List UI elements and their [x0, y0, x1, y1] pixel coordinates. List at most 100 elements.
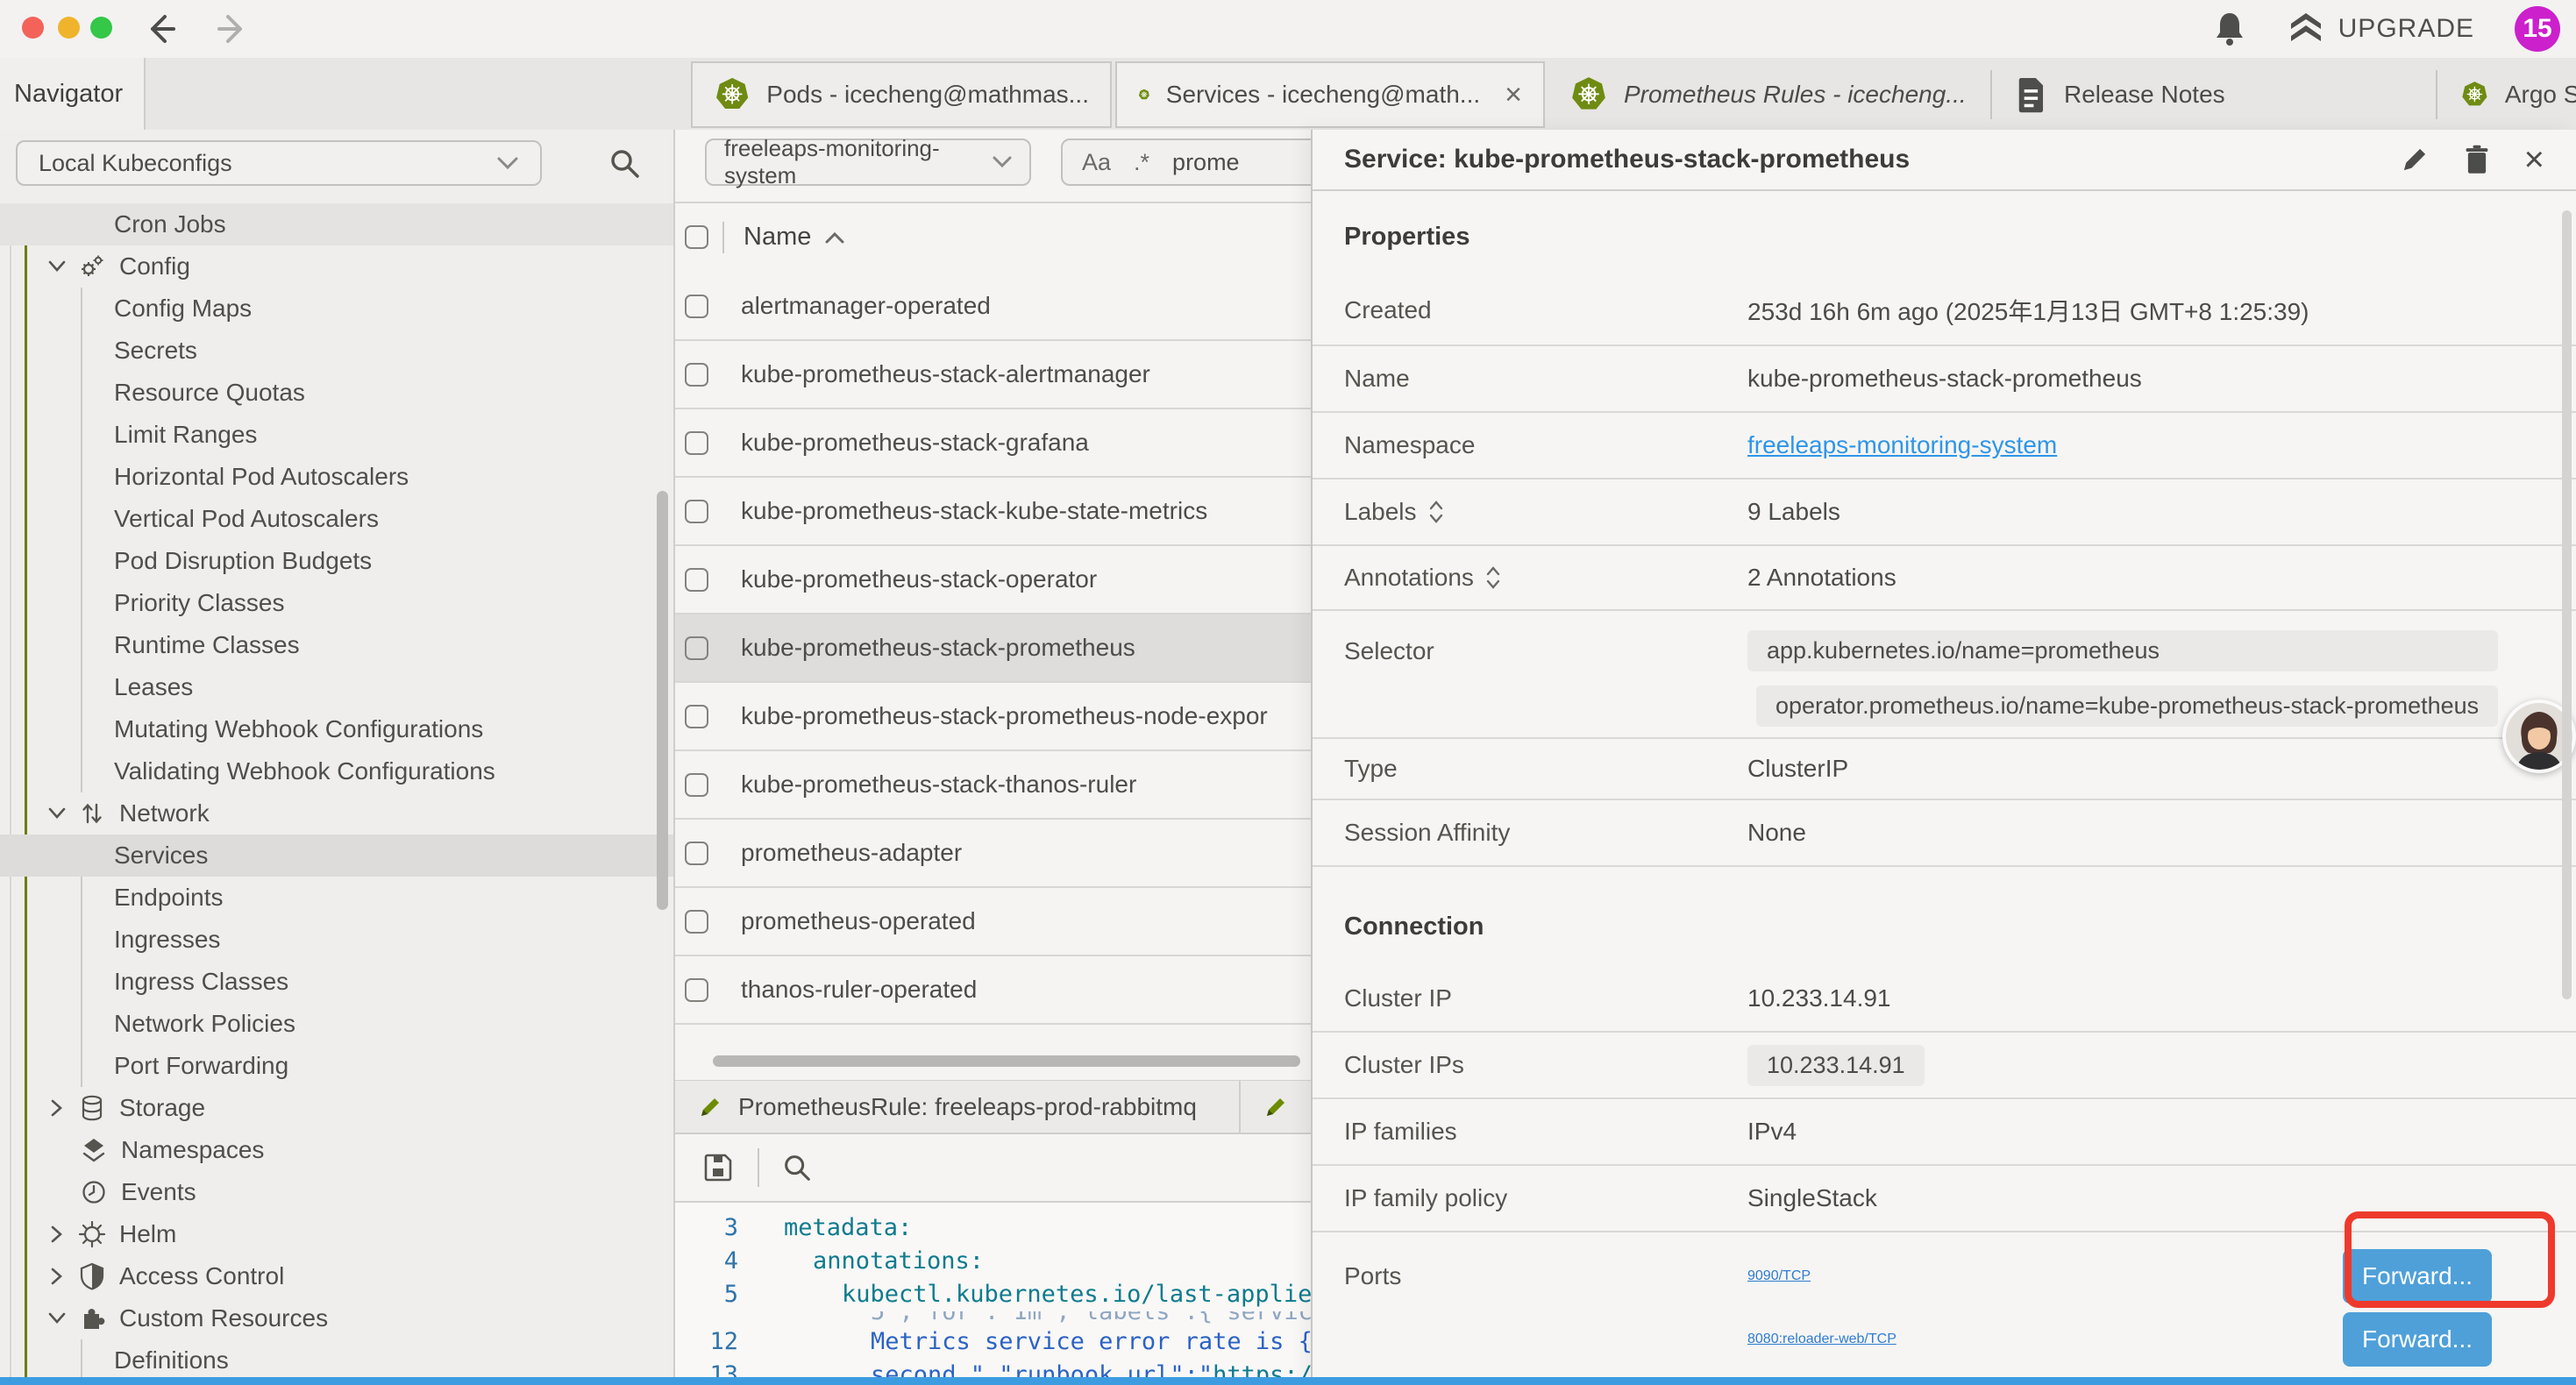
table-row[interactable]: kube-prometheus-stack-prometheus-node-ex…: [675, 683, 1311, 751]
editor-tab-partial[interactable]: [1241, 1081, 1311, 1133]
editor-search-icon[interactable]: [780, 1151, 814, 1184]
sidebar-item-resource-quotas[interactable]: Resource Quotas: [0, 372, 673, 414]
port-link-8080[interactable]: 8080:reloader-web/TCP: [1747, 1332, 1896, 1347]
row-checkbox[interactable]: [685, 295, 708, 318]
table-row[interactable]: kube-prometheus-stack-kube-state-metrics: [675, 478, 1311, 546]
sort-ascending-icon[interactable]: [825, 231, 844, 244]
sidebar-item-limit-ranges[interactable]: Limit Ranges: [0, 414, 673, 456]
delete-trash-icon[interactable]: [2463, 144, 2491, 175]
resource-search-input[interactable]: Aa .* prome: [1061, 138, 1311, 186]
row-checkbox[interactable]: [685, 431, 708, 455]
chevron-right-icon[interactable]: [44, 1225, 70, 1243]
sidebar-item-services[interactable]: Services: [0, 835, 673, 877]
labels-value[interactable]: 9 Labels: [1747, 498, 1840, 526]
chevron-right-icon[interactable]: [44, 1099, 70, 1117]
sidebar-item-leases[interactable]: Leases: [0, 666, 673, 708]
tab-release-notes[interactable]: Release Notes: [1994, 61, 2437, 128]
forward-button-8080[interactable]: Forward...: [2343, 1312, 2492, 1367]
row-checkbox[interactable]: [685, 773, 708, 797]
table-row[interactable]: alertmanager-operated: [675, 273, 1311, 341]
sidebar-item-ingress-classes[interactable]: Ingress Classes: [0, 961, 673, 1003]
sidebar-item-horizontal-pod-autoscalers[interactable]: Horizontal Pod Autoscalers: [0, 456, 673, 498]
navigator-panel-tab[interactable]: Navigator: [0, 58, 146, 130]
notifications-bell-icon[interactable]: [2212, 10, 2247, 48]
row-checkbox[interactable]: [685, 636, 708, 660]
horizontal-scrollbar[interactable]: [713, 1055, 1300, 1067]
sidebar-group-helm[interactable]: Helm: [0, 1213, 673, 1255]
regex-toggle[interactable]: .*: [1134, 149, 1149, 176]
maximize-window-button[interactable]: [90, 17, 112, 39]
sidebar-item-endpoints[interactable]: Endpoints: [0, 877, 673, 919]
save-icon[interactable]: [701, 1151, 735, 1184]
sidebar-group-access-control[interactable]: Access Control: [0, 1255, 673, 1297]
edit-pencil-icon[interactable]: [2400, 145, 2430, 174]
table-row[interactable]: prometheus-adapter: [675, 820, 1311, 888]
row-checkbox[interactable]: [685, 978, 708, 1002]
tab-pods[interactable]: Pods - icecheng@mathmas...: [691, 61, 1112, 128]
table-row[interactable]: thanos-ruler-operated: [675, 956, 1311, 1025]
chevron-down-icon[interactable]: [44, 1312, 70, 1325]
sidebar-group-custom-resources[interactable]: Custom Resources: [0, 1297, 673, 1339]
sort-updown-icon[interactable]: [1486, 566, 1500, 589]
sidebar-item-namespaces[interactable]: Namespaces: [0, 1129, 673, 1171]
row-checkbox[interactable]: [685, 842, 708, 865]
table-row-selected[interactable]: kube-prometheus-stack-prometheus: [675, 614, 1311, 683]
sidebar-item-priority-classes[interactable]: Priority Classes: [0, 582, 673, 624]
sidebar-item-definitions[interactable]: Definitions: [0, 1339, 673, 1381]
table-row[interactable]: kube-prometheus-stack-grafana: [675, 409, 1311, 478]
sidebar-item-validating-webhook-configurations[interactable]: Validating Webhook Configurations: [0, 750, 673, 792]
sidebar-group-storage[interactable]: Storage: [0, 1087, 673, 1129]
forward-arrow-icon[interactable]: [214, 9, 254, 49]
name-column-header[interactable]: Name: [744, 223, 811, 252]
kubeconfig-selector[interactable]: Local Kubeconfigs: [16, 140, 542, 186]
close-window-button[interactable]: [22, 17, 44, 39]
forward-button-9090[interactable]: Forward...: [2343, 1249, 2492, 1303]
table-row[interactable]: prometheus-operated: [675, 888, 1311, 956]
row-checkbox[interactable]: [685, 705, 708, 728]
sidebar-item-pod-disruption-budgets[interactable]: Pod Disruption Budgets: [0, 540, 673, 582]
sidebar-item-ingresses[interactable]: Ingresses: [0, 919, 673, 961]
sidebar-item-secrets[interactable]: Secrets: [0, 330, 673, 372]
namespace-link[interactable]: freeleaps-monitoring-system: [1747, 431, 2057, 459]
chevron-right-icon[interactable]: [44, 1268, 70, 1285]
row-checkbox[interactable]: [685, 568, 708, 592]
sort-updown-icon[interactable]: [1429, 501, 1443, 523]
sidebar-item-cron-jobs[interactable]: Cron Jobs: [0, 203, 673, 245]
table-row[interactable]: kube-prometheus-stack-thanos-ruler: [675, 751, 1311, 820]
sidebar-item-runtime-classes[interactable]: Runtime Classes: [0, 624, 673, 666]
editor-tab-prometheusrule[interactable]: PrometheusRule: freeleaps-prod-rabbitmq: [675, 1081, 1241, 1133]
table-row[interactable]: kube-prometheus-stack-alertmanager: [675, 341, 1311, 409]
tab-services[interactable]: Services - icecheng@math... ×: [1115, 61, 1545, 128]
sidebar-item-mutating-webhook-configurations[interactable]: Mutating Webhook Configurations: [0, 708, 673, 750]
upgrade-button[interactable]: UPGRADE: [2288, 11, 2474, 46]
select-all-checkbox[interactable]: [685, 225, 708, 249]
port-link-9090[interactable]: 9090/TCP: [1747, 1268, 1811, 1284]
minimize-window-button[interactable]: [58, 17, 80, 39]
chevron-down-icon[interactable]: [44, 260, 70, 273]
table-row[interactable]: kube-prometheus-stack-operator: [675, 546, 1311, 614]
namespace-filter-dropdown[interactable]: freeleaps-monitoring-system: [705, 138, 1031, 186]
notification-badge[interactable]: 15: [2515, 6, 2560, 52]
tab-prometheus-rules[interactable]: Prometheus Rules - icecheng...: [1548, 61, 1992, 128]
row-checkbox[interactable]: [685, 910, 708, 934]
row-checkbox[interactable]: [685, 500, 708, 523]
sidebar-item-port-forwarding[interactable]: Port Forwarding: [0, 1045, 673, 1087]
back-arrow-icon[interactable]: [139, 9, 179, 49]
sidebar-group-network[interactable]: Network: [0, 792, 673, 835]
close-panel-icon[interactable]: ×: [2524, 142, 2544, 177]
sidebar-group-config[interactable]: Config: [0, 245, 673, 288]
details-scrollbar[interactable]: [2562, 210, 2572, 999]
sidebar-item-config-maps[interactable]: Config Maps: [0, 288, 673, 330]
tab-argo[interactable]: Argo Se: [2439, 61, 2576, 128]
sidebar-item-vertical-pod-autoscalers[interactable]: Vertical Pod Autoscalers: [0, 498, 673, 540]
sidebar-item-network-policies[interactable]: Network Policies: [0, 1003, 673, 1045]
yaml-editor[interactable]: 3metadata: 4annotations: 5kubectl.kubern…: [675, 1203, 1311, 1385]
match-case-toggle[interactable]: Aa: [1082, 149, 1111, 176]
close-tab-icon[interactable]: ×: [1505, 78, 1522, 112]
sidebar-item-events[interactable]: Events: [0, 1171, 673, 1213]
row-checkbox[interactable]: [685, 363, 708, 387]
annotations-value[interactable]: 2 Annotations: [1747, 564, 1896, 592]
chevron-down-icon[interactable]: [44, 807, 70, 820]
sidebar-scrollbar[interactable]: [657, 491, 668, 910]
search-icon[interactable]: [607, 146, 642, 181]
